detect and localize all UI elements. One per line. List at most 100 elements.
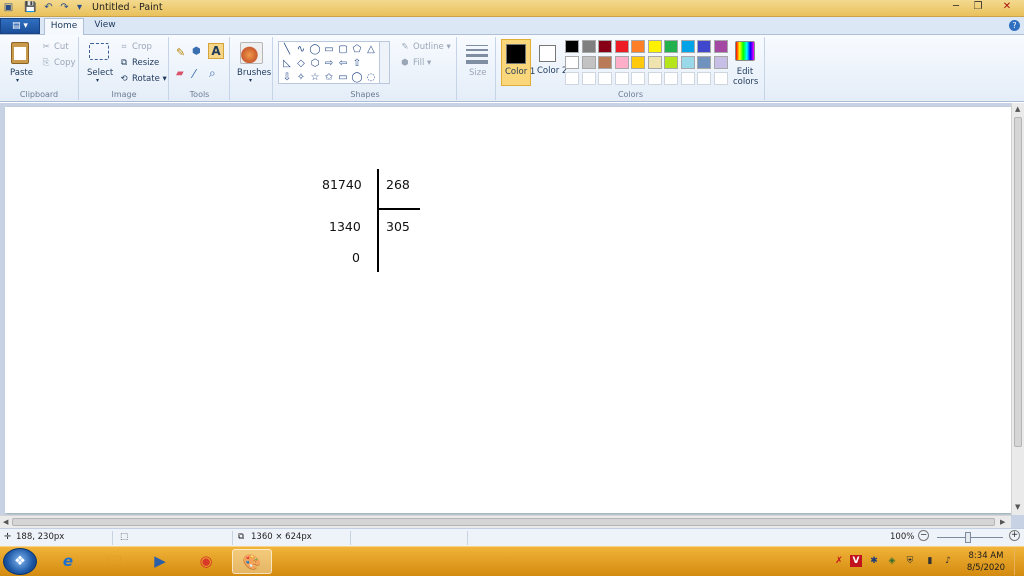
tab-view[interactable]: View xyxy=(88,18,122,35)
paste-arrow-icon[interactable]: ▾ xyxy=(16,77,19,84)
oval-shape-icon[interactable]: ◯ xyxy=(309,44,321,55)
color-swatch[interactable] xyxy=(598,72,612,85)
scroll-left-icon[interactable]: ◀ xyxy=(3,518,8,526)
zoom-slider-thumb[interactable] xyxy=(965,532,971,543)
signal-tray-icon[interactable]: ▮ xyxy=(924,555,936,567)
select-icon[interactable] xyxy=(89,43,109,60)
color-swatch[interactable] xyxy=(647,56,662,69)
polygon-shape-icon[interactable]: ⬠ xyxy=(351,44,363,55)
brushes-icon[interactable] xyxy=(240,42,263,64)
redo-icon[interactable]: ↷ xyxy=(58,2,71,14)
triangle-shape-icon[interactable]: △ xyxy=(365,44,377,55)
pencil-icon[interactable]: ✎ xyxy=(176,46,185,59)
color-swatch[interactable] xyxy=(581,56,596,69)
security-tray-icon[interactable]: ✗ xyxy=(833,555,845,567)
volume-tray-icon[interactable]: ♪ xyxy=(942,555,954,567)
paint-taskbar-icon[interactable]: 🎨 xyxy=(232,549,272,574)
help-icon[interactable]: ? xyxy=(1009,20,1020,31)
outline-button[interactable]: ✎ Outline ▾ xyxy=(399,42,450,52)
scroll-down-icon[interactable]: ▼ xyxy=(1015,503,1020,511)
show-desktop-button[interactable] xyxy=(1014,548,1023,575)
down-arrow-shape-icon[interactable]: ⇩ xyxy=(281,72,293,83)
brushes-arrow-icon[interactable]: ▾ xyxy=(249,77,252,84)
fill-button[interactable]: ⬢ Fill ▾ xyxy=(399,58,431,68)
action-center-tray-icon[interactable]: ⛨ xyxy=(904,555,916,567)
color-swatch[interactable] xyxy=(680,40,695,53)
drawing-canvas[interactable]: 81740 268 1340 305 0 xyxy=(5,107,1011,513)
color-swatch[interactable] xyxy=(647,40,662,53)
file-explorer-icon[interactable]: 🗀 xyxy=(94,549,134,574)
scroll-up-icon[interactable]: ▲ xyxy=(1015,105,1020,113)
scroll-right-icon[interactable]: ▶ xyxy=(1000,518,1005,526)
color1-button[interactable]: Color 1 xyxy=(501,39,535,86)
undo-icon[interactable]: ↶ xyxy=(42,2,55,14)
app-menu-icon[interactable]: ▣ xyxy=(2,2,15,14)
color-swatch[interactable] xyxy=(631,56,645,69)
edit-colors-button[interactable]: Edit colors xyxy=(733,67,758,87)
color-swatch[interactable] xyxy=(664,56,678,69)
network-tray-icon[interactable]: ◈ xyxy=(886,555,898,567)
internet-explorer-icon[interactable]: e xyxy=(48,549,88,574)
paste-button[interactable]: Paste xyxy=(10,68,33,78)
color-swatch[interactable] xyxy=(631,40,645,53)
edit-colors-icon[interactable] xyxy=(735,41,755,61)
copy-button[interactable]: ⎘ Copy xyxy=(40,58,76,68)
maximize-button[interactable]: ❐ xyxy=(967,1,989,14)
shapes-gallery-scroll[interactable] xyxy=(379,42,389,83)
resize-button[interactable]: ⧉ Resize xyxy=(118,58,159,68)
size-button[interactable]: Size xyxy=(469,68,486,78)
curve-shape-icon[interactable]: ∿ xyxy=(295,44,307,55)
color-swatch[interactable] xyxy=(697,40,711,53)
color-swatch[interactable] xyxy=(664,40,678,53)
color-swatch[interactable] xyxy=(565,40,579,53)
taskbar-clock[interactable]: 8:34 AM 8/5/2020 xyxy=(962,550,1010,574)
tab-home[interactable]: Home xyxy=(44,18,84,35)
vertical-scroll-thumb[interactable] xyxy=(1014,117,1022,447)
brushes-button[interactable]: Brushes xyxy=(237,68,271,78)
zoom-in-button[interactable]: + xyxy=(1009,530,1020,541)
horizontal-scrollbar[interactable]: ◀ ▶ xyxy=(0,515,1011,528)
close-button[interactable]: ✕ xyxy=(994,1,1020,14)
right-triangle-shape-icon[interactable]: ◺ xyxy=(281,58,293,69)
rectangle-shape-icon[interactable]: ▭ xyxy=(323,44,335,55)
antivirus-tray-icon[interactable]: V xyxy=(850,555,862,567)
rect-callout-shape-icon[interactable]: ▭ xyxy=(337,72,349,83)
rounded-rectangle-shape-icon[interactable]: ▢ xyxy=(337,44,349,55)
color-swatch[interactable] xyxy=(565,72,579,85)
media-player-icon[interactable]: ▶ xyxy=(140,549,180,574)
diamond-shape-icon[interactable]: ◇ xyxy=(295,58,307,69)
up-arrow-shape-icon[interactable]: ⇧ xyxy=(351,58,363,69)
color-swatch[interactable] xyxy=(598,40,612,53)
left-arrow-shape-icon[interactable]: ⇦ xyxy=(337,58,349,69)
color-swatch[interactable] xyxy=(680,56,695,69)
bluetooth-tray-icon[interactable]: ✱ xyxy=(868,555,880,567)
chrome-icon[interactable]: ◉ xyxy=(186,549,226,574)
line-shape-icon[interactable]: ╲ xyxy=(281,44,293,55)
color-swatch[interactable] xyxy=(614,56,629,69)
select-button[interactable]: Select xyxy=(87,68,113,78)
color-swatch[interactable] xyxy=(581,72,596,85)
color-swatch[interactable] xyxy=(565,56,579,69)
text-tool-icon[interactable]: A xyxy=(208,43,224,59)
cloud-callout-shape-icon[interactable]: ◌ xyxy=(365,72,377,83)
minimize-button[interactable]: ─ xyxy=(945,1,967,14)
color-swatch[interactable] xyxy=(697,72,711,85)
color-swatch[interactable] xyxy=(598,56,612,69)
six-point-star-shape-icon[interactable]: ✩ xyxy=(323,72,335,83)
cut-button[interactable]: ✂ Cut xyxy=(40,42,68,52)
color-swatch[interactable] xyxy=(647,72,662,85)
oval-callout-shape-icon[interactable]: ◯ xyxy=(351,72,363,83)
paste-icon[interactable] xyxy=(11,42,29,64)
color-swatch[interactable] xyxy=(697,56,711,69)
start-button[interactable]: ❖ xyxy=(3,548,37,575)
color-picker-icon[interactable]: ⁄ xyxy=(193,67,195,81)
color-swatch[interactable] xyxy=(581,40,596,53)
color-swatch[interactable] xyxy=(713,72,728,85)
crop-button[interactable]: ⌗ Crop xyxy=(118,42,152,52)
right-arrow-shape-icon[interactable]: ⇨ xyxy=(323,58,335,69)
color-swatch[interactable] xyxy=(614,40,629,53)
color-swatch[interactable] xyxy=(713,40,728,53)
color-swatch[interactable] xyxy=(680,72,695,85)
rotate-button[interactable]: ⟲ Rotate ▾ xyxy=(118,74,166,84)
fill-bucket-icon[interactable]: ⬢ xyxy=(192,46,201,57)
